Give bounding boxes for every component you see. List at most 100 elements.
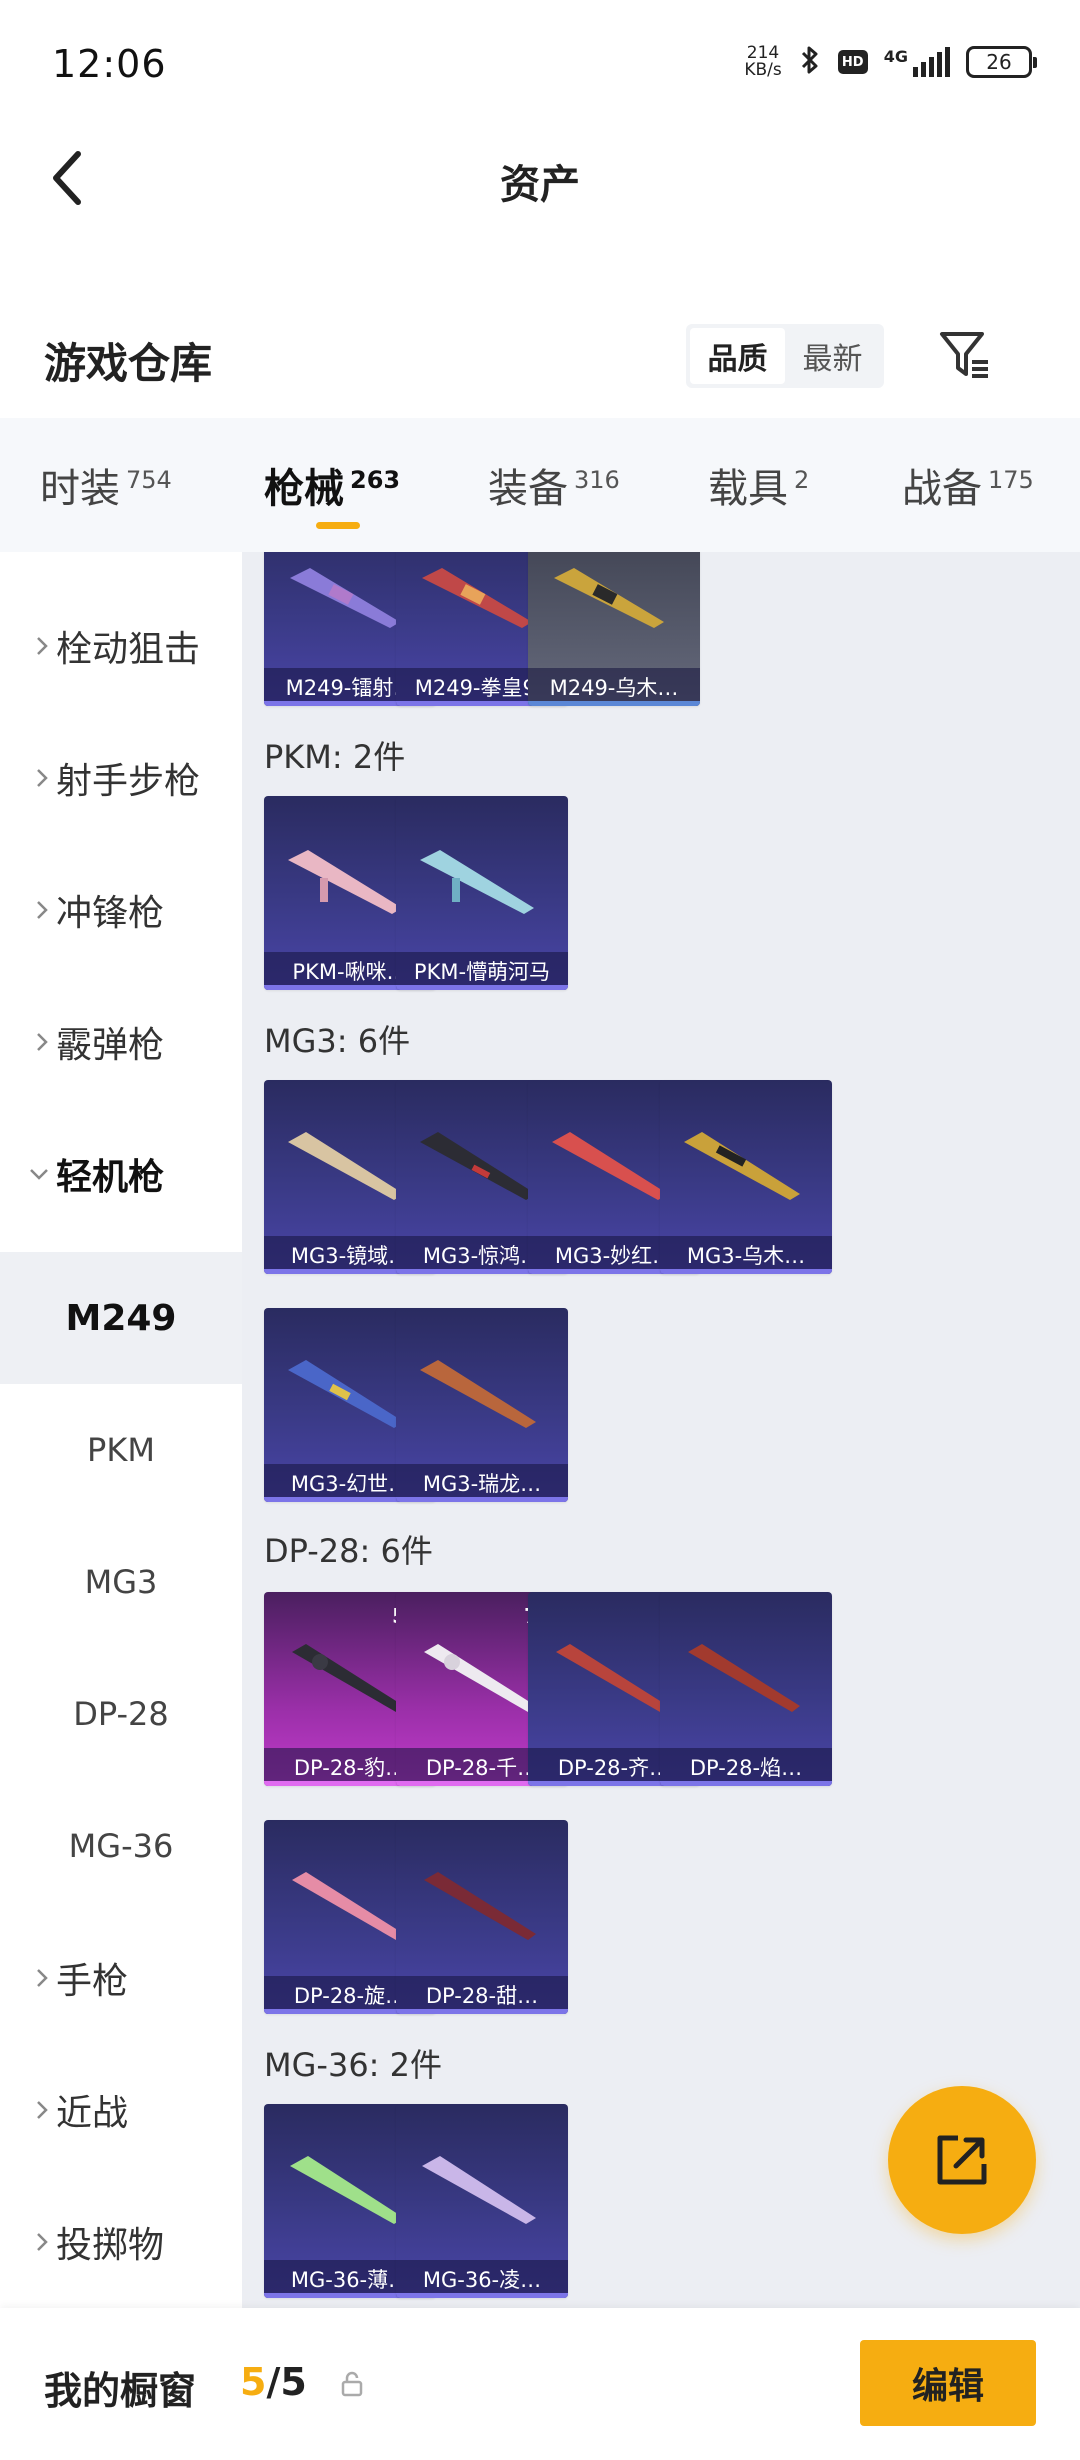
- chevron-down-icon: [0, 1166, 56, 1182]
- chevron-right-icon: [0, 1967, 56, 1989]
- sidebar-item-lmg[interactable]: 轻机枪: [0, 1108, 242, 1240]
- showcase-used: 5: [240, 2360, 267, 2404]
- tab-supplies[interactable]: 战备 175: [902, 456, 1034, 514]
- group-title: PKM: 2件: [264, 738, 406, 776]
- warehouse-title: 游戏仓库: [44, 339, 213, 388]
- group-title: MG3: 6件: [264, 1022, 411, 1060]
- sidebar-item-label: 栓动狙击: [56, 629, 201, 670]
- category-tabs: 时装 754 枪械 263 装备 316 载具 2 战备 175: [0, 418, 1080, 552]
- sidebar-sub-dp28[interactable]: DP-28: [0, 1648, 242, 1780]
- group-title: DP-28: 6件: [264, 1532, 433, 1570]
- sidebar-item-shotgun[interactable]: 霰弹枪: [0, 976, 242, 1108]
- rarity-bar: [660, 1781, 832, 1786]
- sidebar-item-pistol[interactable]: 手枪: [0, 1912, 242, 2044]
- sort-toggle: 品质 最新: [686, 324, 884, 388]
- warehouse-row: 游戏仓库 品质 最新: [0, 300, 1080, 416]
- sidebar-item-label: 手枪: [56, 1961, 129, 2002]
- tab-count: 316: [574, 465, 620, 494]
- tab-guns[interactable]: 枪械 263: [264, 456, 400, 514]
- sidebar-sub-pkm[interactable]: PKM: [0, 1384, 242, 1516]
- item-card[interactable]: M249-乌木…: [528, 552, 700, 706]
- item-card[interactable]: PKM-懵萌河马: [396, 796, 568, 990]
- rarity-bar: [660, 1269, 832, 1274]
- signal-icon: 4G: [884, 47, 950, 77]
- gun-icon: [420, 850, 534, 914]
- sidebar-item-bolt-sniper[interactable]: 栓动狙击: [0, 580, 242, 712]
- rarity-bar: [528, 701, 700, 706]
- gun-icon: [688, 1644, 800, 1712]
- sidebar-item-throwables[interactable]: 投掷物: [0, 2176, 242, 2308]
- showcase-count: 5/5: [240, 2360, 307, 2404]
- network-type: 4G: [883, 47, 908, 66]
- sidebar-item-marksman-rifle[interactable]: 射手步枪: [0, 712, 242, 844]
- chevron-right-icon: [0, 635, 56, 657]
- group-title: MG-36: 2件: [264, 2046, 442, 2084]
- tab-label: 时装: [40, 466, 120, 512]
- active-tab-indicator: [316, 522, 360, 529]
- status-time: 12:06: [52, 42, 167, 86]
- share-button[interactable]: [888, 2086, 1036, 2234]
- bluetooth-icon: [798, 44, 822, 80]
- sidebar-item-label: 近战: [56, 2093, 129, 2134]
- rarity-bar: [396, 2293, 568, 2298]
- item-card[interactable]: DP-28-甜…: [396, 1820, 568, 2014]
- gun-icon: [422, 2156, 536, 2224]
- app-root: 12:06 214 KB/s HD 4G 26 资产 游戏仓库 品质 最新 时装…: [0, 0, 1080, 2460]
- tab-count: 2: [794, 465, 810, 494]
- tab-equipment[interactable]: 装备 316: [488, 456, 620, 514]
- tab-count: 175: [988, 465, 1034, 494]
- edit-button[interactable]: 编辑: [860, 2340, 1036, 2426]
- rarity-bar: [396, 1497, 568, 1502]
- sort-newest-button[interactable]: 最新: [785, 328, 880, 384]
- external-link-icon: [937, 2135, 987, 2185]
- filter-button[interactable]: [932, 322, 996, 386]
- tab-vehicles[interactable]: 载具 2: [708, 456, 809, 514]
- sidebar-item-melee[interactable]: 近战: [0, 2044, 242, 2176]
- sort-quality-button[interactable]: 品质: [690, 328, 785, 384]
- sidebar-item-label: 射手步枪: [56, 761, 201, 802]
- gun-icon: [420, 1360, 536, 1428]
- item-card[interactable]: MG3-乌木…: [660, 1080, 832, 1274]
- item-card[interactable]: MG-36-凌…: [396, 2104, 568, 2298]
- battery-icon: 26: [966, 46, 1037, 78]
- tab-label: 装备: [488, 466, 568, 512]
- tab-count: 754: [126, 465, 172, 494]
- sidebar-item-smg[interactable]: 冲锋枪: [0, 844, 242, 976]
- hd-badge: HD: [837, 50, 868, 74]
- lock-icon: [340, 2370, 364, 2402]
- chevron-right-icon: [0, 2231, 56, 2253]
- sidebar-item-label: 霰弹枪: [56, 1025, 165, 1066]
- item-card[interactable]: DP-28-焰…: [660, 1592, 832, 1786]
- filter-icon: [940, 332, 988, 378]
- gun-icon: [424, 1872, 536, 1940]
- tab-label: 载具: [708, 466, 788, 512]
- item-grid: M249-镭射… M249-拳皇97 M249-乌木… PKM: 2件 PKM-…: [242, 552, 1080, 2308]
- chevron-right-icon: [0, 767, 56, 789]
- rarity-bar: [396, 985, 568, 990]
- sidebar-sub-mg3[interactable]: MG3: [0, 1516, 242, 1648]
- status-icons: 214 KB/s HD 4G 26: [744, 44, 1037, 80]
- sidebar-sub-mg36[interactable]: MG-36: [0, 1780, 242, 1912]
- sidebar-item-label: 冲锋枪: [56, 893, 165, 934]
- showcase-label: 我的橱窗: [44, 2369, 197, 2413]
- status-bar: 12:06 214 KB/s HD 4G 26: [0, 0, 1080, 130]
- gun-icon: [554, 568, 664, 628]
- sidebar-sub-m249[interactable]: M249: [0, 1252, 242, 1384]
- showcase-separator: /: [266, 2360, 281, 2404]
- sidebar-item-label: 轻机枪: [56, 1157, 165, 1198]
- gun-icon: [684, 1132, 800, 1200]
- chevron-right-icon: [0, 1031, 56, 1053]
- rarity-bar: [396, 2009, 568, 2014]
- net-speed-unit: KB/s: [744, 60, 782, 80]
- tab-label: 枪械: [264, 466, 344, 512]
- showcase-total: 5: [280, 2360, 307, 2404]
- chevron-right-icon: [0, 899, 56, 921]
- tab-fashion[interactable]: 时装 754: [40, 456, 172, 514]
- chevron-right-icon: [0, 2099, 56, 2121]
- item-card[interactable]: MG3-瑞龙…: [396, 1308, 568, 1502]
- page-title: 资产: [500, 162, 580, 208]
- net-speed: 214 KB/s: [744, 45, 781, 79]
- tab-label: 战备: [902, 466, 982, 512]
- sidebar: 栓动狙击 射手步枪 冲锋枪 霰弹枪 轻机枪 M249 PKM MG3 DP-28…: [0, 552, 242, 2308]
- page-header: 资产: [0, 130, 1080, 226]
